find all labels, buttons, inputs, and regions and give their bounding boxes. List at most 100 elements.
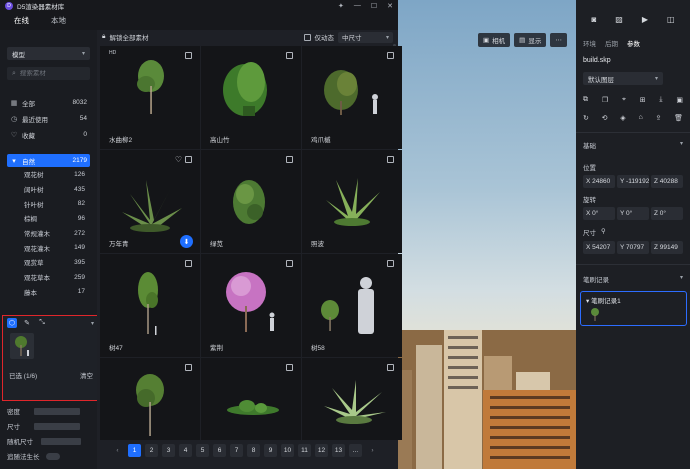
camera-button[interactable]: ▣ 相机 (478, 33, 511, 47)
asset-checkbox[interactable] (387, 156, 394, 163)
page-button[interactable]: 1 (128, 443, 141, 457)
asset-card[interactable]: 照波 (302, 150, 402, 253)
size-z-field[interactable]: Z 99149 (651, 241, 683, 254)
asset-card[interactable] (302, 358, 402, 440)
more-button[interactable]: ⋯ (550, 33, 567, 47)
position-y-field[interactable]: Y -119192 (617, 175, 649, 188)
sub-category-broadleaf-tree[interactable]: 阔叶树 435 (0, 182, 97, 197)
page-button[interactable]: 12 (315, 443, 328, 457)
category-nature[interactable]: ▾ 自然 2179 (7, 154, 90, 167)
asset-card[interactable]: 绿苋 (201, 150, 301, 253)
selected-asset-thumbnail[interactable] (10, 333, 34, 359)
nav-item-recent[interactable]: ◷ 最近使用 54 (0, 112, 97, 125)
asset-type-select[interactable]: 模型 ▾ (7, 47, 90, 60)
layers-icon[interactable]: ◫ (667, 15, 675, 24)
line-tool-icon[interactable]: ⤡ (37, 318, 47, 328)
lock-ratio-icon[interactable]: ⚲ (601, 227, 606, 237)
sub-category-flowering-shrub[interactable]: 观花灌木 149 (0, 240, 97, 255)
page-button[interactable]: 10 (281, 443, 294, 457)
asset-card[interactable]: 树47 (100, 254, 200, 357)
brush-icon[interactable]: ⬡ (7, 318, 17, 328)
follow-normal-toggle[interactable] (45, 452, 60, 460)
page-button[interactable]: 5 (196, 443, 209, 457)
sub-category-flowering-herb[interactable]: 观花草本 259 (0, 270, 97, 285)
drop-icon[interactable]: ⤓ (659, 96, 662, 104)
asset-card[interactable]: 紫荆 (201, 254, 301, 357)
asset-checkbox[interactable] (286, 260, 293, 267)
asset-card[interactable]: 高山竹 (201, 46, 301, 149)
thumbnail-size-select[interactable]: 中尺寸 ▾ (338, 31, 393, 43)
page-button[interactable]: 4 (179, 443, 192, 457)
heart-icon[interactable]: ♡ (175, 155, 182, 164)
material-icon[interactable]: ◈ (620, 114, 625, 122)
3d-viewport[interactable] (398, 0, 576, 469)
asset-checkbox[interactable] (185, 156, 192, 163)
asset-checkbox[interactable] (185, 52, 192, 59)
sub-category-vine[interactable]: 藤本 17 (0, 285, 97, 300)
layer-select[interactable]: 默认图层 ▾ (583, 72, 663, 85)
asset-card[interactable] (201, 358, 301, 440)
asset-checkbox[interactable] (185, 364, 192, 371)
random-size-slider[interactable] (41, 437, 81, 445)
sub-category-palm[interactable]: 棕榈 96 (0, 211, 97, 226)
download-icon[interactable]: ⬇ (180, 235, 193, 248)
asset-checkbox[interactable] (286, 52, 293, 59)
image-icon[interactable]: ▨ (615, 15, 623, 24)
rotation-x-field[interactable]: X 0° (583, 207, 615, 220)
focus-icon[interactable]: ⌖ (622, 96, 626, 104)
group-icon[interactable]: ▣ (676, 96, 683, 104)
refresh-icon[interactable]: ⟲ (602, 114, 608, 122)
camera-icon[interactable]: ◙ (591, 15, 596, 24)
page-button[interactable]: 6 (213, 443, 226, 457)
tab-parameters[interactable]: 参数 (627, 38, 640, 48)
home-icon[interactable]: ⌂ (638, 114, 642, 122)
position-x-field[interactable]: X 24860 (583, 175, 615, 188)
asset-card[interactable] (100, 358, 200, 440)
basic-section-title[interactable]: 基础 ▾ (583, 140, 683, 150)
size-slider[interactable] (34, 422, 80, 430)
page-button[interactable]: 13 (332, 443, 345, 457)
next-page-button[interactable]: › (366, 444, 379, 457)
sub-category-shrub[interactable]: 常规灌木 272 (0, 226, 97, 241)
page-button[interactable]: 2 (145, 443, 158, 457)
asset-checkbox[interactable] (185, 260, 192, 267)
asset-card[interactable]: ♡ 万年青 ⬇ (100, 150, 200, 253)
rotation-z-field[interactable]: Z 0° (651, 207, 683, 220)
prev-page-button[interactable]: ‹ (111, 444, 124, 457)
unlock-all-link[interactable]: 解锁全部素材 (109, 32, 148, 42)
brush-records-title[interactable]: 笔刷记录 ▾ (583, 274, 683, 284)
page-ellipsis[interactable]: ... (349, 443, 362, 457)
search-input[interactable] (19, 70, 80, 77)
tab-post[interactable]: 后期 (605, 38, 618, 48)
minimize-icon[interactable]: — (354, 2, 361, 10)
position-z-field[interactable]: Z 40288 (651, 175, 683, 188)
maximize-icon[interactable]: ☐ (371, 2, 377, 10)
sub-category-conifer[interactable]: 针叶树 82 (0, 196, 97, 211)
page-button[interactable]: 11 (298, 443, 311, 457)
export-icon[interactable]: ⇪ (655, 114, 661, 122)
asset-checkbox[interactable] (387, 364, 394, 371)
rotation-y-field[interactable]: Y 0° (617, 207, 649, 220)
sub-category-flowering-tree[interactable]: 观花树 126 (0, 167, 97, 182)
asset-checkbox[interactable] (387, 260, 394, 267)
size-x-field[interactable]: X 54207 (583, 241, 615, 254)
brush-record-item[interactable]: ▾ 笔刷记录1 (580, 291, 687, 326)
page-button[interactable]: 8 (247, 443, 260, 457)
asset-checkbox[interactable] (286, 364, 293, 371)
chevron-down-icon[interactable]: ▾ (91, 320, 94, 327)
clear-button[interactable]: 清空 (80, 370, 93, 380)
tab-local[interactable]: 本地 (51, 11, 66, 30)
close-icon[interactable]: ✕ (387, 2, 393, 10)
nav-item-all[interactable]: ▦ 全部 8032 (0, 96, 97, 109)
density-slider[interactable] (34, 407, 80, 415)
video-icon[interactable]: ▶ (642, 15, 648, 24)
copy-icon[interactable]: ⧉ (583, 96, 588, 104)
asset-card[interactable]: 鸡爪槭 (302, 46, 402, 149)
page-button[interactable]: 9 (264, 443, 277, 457)
nav-item-favorites[interactable]: ♡ 收藏 0 (0, 128, 97, 141)
asset-checkbox[interactable] (286, 156, 293, 163)
duplicate-icon[interactable]: ❐ (602, 96, 608, 104)
tab-online[interactable]: 在线 (14, 11, 29, 31)
animated-only-checkbox[interactable] (303, 33, 311, 41)
delete-icon[interactable]: 🗑︎ (674, 114, 683, 122)
